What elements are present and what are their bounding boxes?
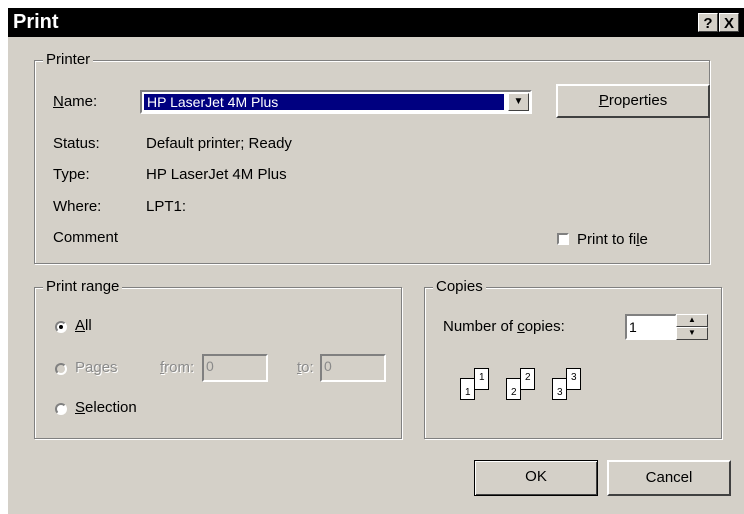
- pages-label: Pages: [75, 359, 118, 376]
- status-value: Default printer; Ready: [146, 135, 292, 152]
- selection-label[interactable]: Selection: [75, 399, 137, 416]
- collate-page: 2: [506, 378, 521, 400]
- to-label: to:: [297, 359, 314, 376]
- comment-label: Comment: [53, 229, 119, 246]
- collate-page: 1: [474, 368, 489, 390]
- name-label: Name:: [53, 93, 98, 110]
- close-button[interactable]: X: [719, 13, 739, 32]
- print-to-file-label[interactable]: Print to file: [577, 231, 648, 248]
- where-label: Where:: [53, 198, 102, 215]
- where-value: LPT1:: [146, 198, 187, 215]
- copies-legend: Copies: [433, 278, 486, 295]
- type-value: HP LaserJet 4M Plus: [146, 166, 287, 183]
- printer-name-select[interactable]: HP LaserJet 4M Plus ▼: [140, 90, 532, 114]
- cancel-button[interactable]: Cancel: [607, 460, 731, 496]
- spin-up-icon[interactable]: ▲: [676, 314, 708, 327]
- pages-radio: [55, 363, 67, 375]
- title-bar: Print ? X: [8, 8, 744, 37]
- number-of-copies-label: Number of copies:: [443, 318, 565, 335]
- ok-button[interactable]: OK: [474, 460, 598, 496]
- from-input: 0: [202, 354, 268, 382]
- all-radio[interactable]: [55, 321, 67, 333]
- to-input: 0: [320, 354, 386, 382]
- properties-button[interactable]: Properties: [556, 84, 710, 118]
- type-label: Type:: [53, 166, 90, 183]
- collate-page: 1: [460, 378, 475, 400]
- from-label: from:: [160, 359, 195, 376]
- selection-radio[interactable]: [55, 403, 67, 415]
- print-range-legend: Print range: [43, 278, 123, 295]
- dropdown-arrow-icon[interactable]: ▼: [508, 93, 529, 111]
- printer-group-legend: Printer: [43, 51, 94, 68]
- printer-name-value: HP LaserJet 4M Plus: [144, 94, 504, 110]
- collate-illustration-icon: 1 1 2 2 3 3: [460, 368, 594, 408]
- copies-spinner[interactable]: ▲ ▼: [676, 314, 708, 340]
- copies-input[interactable]: 1: [625, 314, 677, 340]
- copies-group: Copies: [424, 278, 722, 439]
- collate-page: 3: [552, 378, 567, 400]
- collate-page: 2: [520, 368, 535, 390]
- help-button[interactable]: ?: [698, 13, 718, 32]
- all-label[interactable]: All: [75, 317, 92, 334]
- window-title: Print: [13, 11, 59, 33]
- collate-page: 3: [566, 368, 581, 390]
- spin-down-icon[interactable]: ▼: [676, 327, 708, 340]
- status-label: Status:: [53, 135, 100, 152]
- print-to-file-checkbox[interactable]: [557, 233, 569, 245]
